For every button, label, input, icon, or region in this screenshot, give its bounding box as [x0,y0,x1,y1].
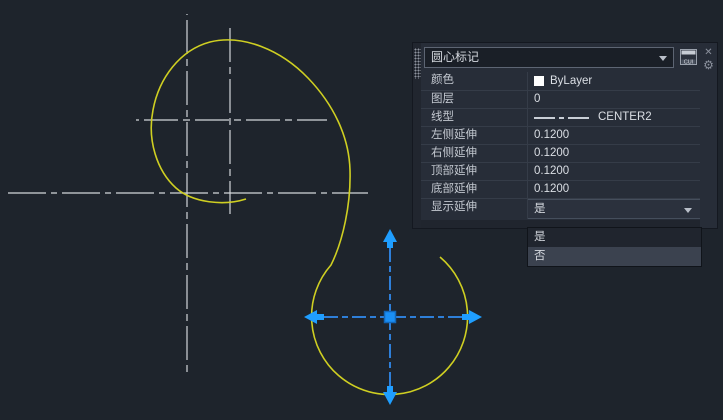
dropdown-option-yes[interactable]: 是 [528,228,701,247]
property-row-bottom-extension: 底部延伸 0.1200 [421,180,700,198]
palette-bottom-edge [421,220,700,228]
palette-drag-strip[interactable] [413,43,421,228]
dropdown-option-no[interactable]: 否 [528,247,701,266]
property-label: 顶部延伸 [421,163,528,180]
center-mark-properties-palette: 圆心标记 CUI ✕ ⚙ 颜色 ByLayer 图层 0 线型 CENTER2 … [413,43,717,228]
show-extension-value-text: 是 [534,202,546,215]
show-extension-options-list: 是 否 [528,228,701,266]
grip-arrow-down-icon[interactable] [383,386,397,405]
cui-dialog-icon: CUI [680,49,697,66]
property-label: 底部延伸 [421,181,528,198]
left-extension-value-field[interactable]: 0.1200 [528,127,700,144]
right-extension-value-field[interactable]: 0.1200 [528,145,700,162]
grip-arrow-left-icon[interactable] [304,310,324,324]
property-label: 左侧延伸 [421,127,528,144]
layer-value-field[interactable]: 0 [528,91,700,108]
layer-value-text: 0 [534,93,541,105]
property-rows: 颜色 ByLayer 图层 0 线型 CENTER2 左侧延伸 0.1200 右… [421,72,700,219]
property-label: 显示延伸 [421,199,528,219]
bottom-extension-value-text: 0.1200 [534,183,570,195]
entity-type-label: 圆心标记 [431,50,480,64]
top-extension-value-text: 0.1200 [534,165,570,177]
property-row-show-extension: 显示延伸 是 [421,198,700,219]
color-value-field[interactable]: ByLayer [528,72,700,90]
center-mark-selected[interactable] [304,229,482,405]
grip-arrow-up-icon[interactable] [383,229,397,248]
top-extension-value-field[interactable]: 0.1200 [528,163,700,180]
gear-icon[interactable]: ⚙ [702,59,715,72]
grip-center-square[interactable] [383,310,397,324]
color-swatch [534,76,544,86]
chevron-down-icon[interactable] [659,56,667,61]
property-row-right-extension: 右侧延伸 0.1200 [421,144,700,162]
palette-control-strip: ✕ ⚙ [700,43,717,228]
property-label: 图层 [421,91,528,108]
linetype-sample-icon [534,116,589,119]
cui-button[interactable]: CUI [679,48,699,67]
left-extension-value-text: 0.1200 [534,129,570,141]
svg-text:CUI: CUI [684,60,694,66]
property-label: 颜色 [421,72,528,90]
property-label: 线型 [421,109,528,126]
property-row-left-extension: 左侧延伸 0.1200 [421,126,700,144]
property-row-linetype: 线型 CENTER2 [421,108,700,126]
color-value-text: ByLayer [550,74,593,87]
grip-arrow-right-icon[interactable] [462,310,482,324]
property-row-top-extension: 顶部延伸 0.1200 [421,162,700,180]
bottom-extension-value-field[interactable]: 0.1200 [528,181,700,198]
drag-handle-icon[interactable] [414,48,421,79]
chevron-down-icon[interactable] [684,208,692,213]
property-row-layer: 图层 0 [421,90,700,108]
show-extension-dropdown[interactable]: 是 [528,199,700,219]
entity-type-combobox[interactable]: 圆心标记 [424,47,674,68]
linetype-value-text: CENTER2 [598,111,652,123]
linetype-value-field[interactable]: CENTER2 [528,109,700,126]
cad-application-window: { "window": { "background": "#1e242c" },… [0,0,723,420]
right-extension-value-text: 0.1200 [534,147,570,159]
property-label: 右侧延伸 [421,145,528,162]
property-row-color: 颜色 ByLayer [421,72,700,90]
